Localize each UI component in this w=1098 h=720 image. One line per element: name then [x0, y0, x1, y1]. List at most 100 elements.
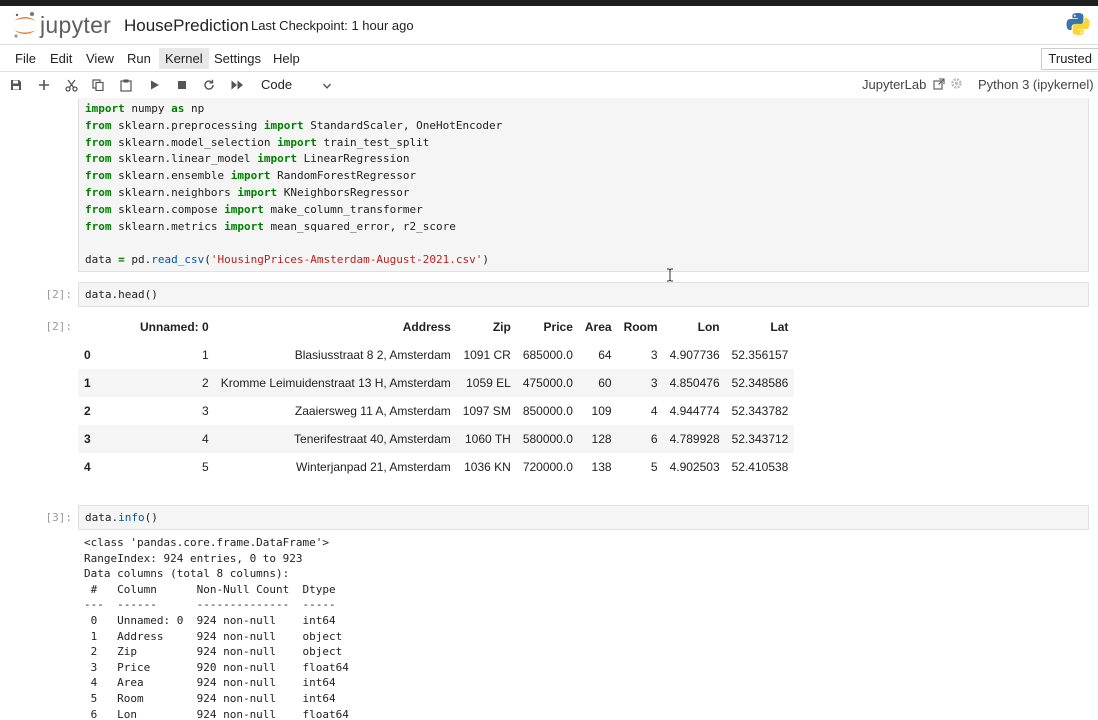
code-line: data.head(): [85, 288, 158, 301]
code-token: ): [482, 253, 490, 267]
table-cell: 1036 KN: [464, 460, 511, 474]
code-token: mean_squared_error, r2_score: [263, 219, 456, 233]
table-cell: 4.789928: [669, 432, 720, 446]
restart-icon[interactable]: [200, 76, 218, 94]
table-cell: 4.907736: [669, 348, 720, 362]
output-line: 4 Area 924 non-null int64: [84, 676, 349, 690]
chevron-down-icon[interactable]: [322, 78, 332, 96]
stop-icon[interactable]: [173, 76, 191, 94]
external-link-icon: [933, 78, 945, 90]
menu-run[interactable]: Run: [127, 51, 151, 66]
table-cell: 60: [598, 376, 612, 390]
code-token: sklearn.ensemble: [111, 169, 231, 183]
column-header: Zip: [492, 319, 511, 334]
code-token: RandomForestRegressor: [270, 169, 417, 183]
text-cursor-icon: [666, 268, 674, 287]
table-cell: Tenerifestraat 40, Amsterdam: [294, 432, 451, 446]
jupyterlab-link-label: JupyterLab: [862, 77, 927, 92]
code-token: data.: [85, 511, 119, 524]
table-cell: 3: [650, 348, 658, 362]
code-token: import: [257, 152, 297, 166]
table-cell: Blasiusstraat 8 2, Amsterdam: [294, 348, 451, 362]
output-line: --- ------ -------------- -----: [84, 598, 349, 612]
table-cell: 5: [202, 460, 209, 474]
table-row: 3 4 Tenerifestraat 40, Amsterdam 1060 TH 580…: [78, 425, 795, 453]
code-token: read_csv: [151, 253, 205, 267]
save-icon[interactable]: [7, 76, 25, 94]
code-token: KNeighborsRegressor: [277, 186, 410, 199]
code-token: sklearn.preprocessing: [111, 118, 264, 132]
table-cell: 64: [598, 348, 612, 362]
cut-icon[interactable]: [62, 76, 80, 94]
code-cell-imports[interactable]: import numpy as np from sklearn.preproces…: [78, 98, 1089, 272]
output-line: # Column Non-Null Count Dtype: [84, 582, 349, 596]
table-cell: 1097 SM: [462, 404, 511, 418]
code-token: import: [230, 169, 271, 183]
menu-help[interactable]: Help: [273, 51, 300, 66]
code-token: info: [118, 511, 145, 524]
output-line: <class 'pandas.core.frame.DataFrame'>: [84, 536, 330, 549]
notebook-header: jupyter HousePrediction Last Checkpoint:…: [0, 6, 1098, 44]
output-line: 2 Zip 924 non-null object: [84, 645, 349, 659]
code-token: StandardScaler, OneHotEncoder: [303, 118, 503, 132]
menu-bar: File Edit View Run Kernel Settings Help …: [0, 44, 1098, 72]
table-cell: Kromme Leimuidenstraat 13 H, Amsterdam: [220, 376, 451, 390]
table-cell: 4.944774: [669, 404, 720, 418]
fast-forward-icon[interactable]: [228, 76, 246, 94]
output-line: 5 Room 924 non-null int64: [84, 692, 349, 705]
table-cell: 1059 EL: [466, 376, 511, 390]
column-header: Unnamed: 0: [140, 319, 209, 334]
code-token: (: [204, 253, 211, 267]
menu-file[interactable]: File: [15, 51, 36, 66]
code-cell-info[interactable]: data.info(): [78, 505, 1089, 530]
table-cell: 850000.0: [522, 404, 573, 418]
column-header: Room: [623, 319, 658, 334]
code-cell-head[interactable]: data.head(): [78, 282, 1089, 307]
trusted-indicator[interactable]: Trusted: [1041, 48, 1098, 70]
jupyterlab-link[interactable]: JupyterLab: [862, 77, 945, 92]
code-token: =: [118, 253, 125, 267]
table-cell: 4: [650, 404, 658, 418]
cell-prompt: [3]:: [45, 511, 73, 524]
table-cell: 1091 CR: [463, 348, 511, 362]
table-cell: 138: [591, 460, 612, 474]
kernel-name[interactable]: Python 3 (ipykernel): [978, 77, 1094, 92]
code-token: sklearn.linear_model: [111, 152, 258, 166]
table-row: 1 2 Kromme Leimuidenstraat 13 H, Amsterdam…: [78, 369, 795, 397]
table-row: 0 1 Blasiusstraat 8 2, Amsterdam 1091 CR 685…: [78, 341, 794, 369]
jupyter-logo[interactable]: jupyter: [12, 10, 111, 40]
copy-icon[interactable]: [89, 76, 107, 94]
notebook-title[interactable]: HousePrediction: [124, 16, 249, 36]
output-line: 0 Unnamed: 0 924 non-null int64: [84, 614, 349, 627]
table-cell: 52.356157: [731, 348, 789, 362]
column-header: Lat: [770, 319, 789, 334]
code-token: data: [85, 253, 119, 267]
cell-type-select[interactable]: Code: [261, 77, 292, 92]
table-cell: 720000.0: [522, 460, 573, 474]
add-cell-icon[interactable]: [35, 76, 53, 94]
column-header: Lon: [697, 319, 720, 334]
python-logo-icon: [1066, 12, 1090, 41]
output-line: 3 Price 920 non-null float64: [84, 660, 349, 674]
table-cell: 52.348586: [731, 376, 789, 390]
code-token: sklearn.neighbors: [111, 186, 238, 199]
output-line: 1 Address 924 non-null object: [84, 629, 349, 643]
code-token: from: [85, 169, 112, 183]
notebook-content[interactable]: import numpy as np from sklearn.preproces…: [0, 98, 1098, 720]
code-line: from sklearn.model_selection import trai…: [85, 136, 429, 149]
menu-settings[interactable]: Settings: [214, 51, 261, 66]
code-token: sklearn.metrics: [111, 219, 225, 233]
table-cell: 685000.0: [522, 348, 573, 362]
table-cell: 2: [202, 376, 209, 390]
code-token: as: [171, 102, 185, 115]
paste-icon[interactable]: [117, 76, 135, 94]
menu-edit[interactable]: Edit: [50, 51, 72, 66]
code-token: import: [263, 118, 304, 132]
table-cell: 52.343782: [731, 404, 789, 418]
menu-view[interactable]: View: [86, 51, 114, 66]
code-line: data = pd.read_csv('HousingPrices-Amster…: [85, 253, 489, 266]
table-cell: 1060 TH: [465, 432, 511, 446]
code-token: from: [85, 186, 112, 199]
menu-kernel[interactable]: Kernel: [159, 48, 209, 69]
run-icon[interactable]: [146, 76, 164, 94]
